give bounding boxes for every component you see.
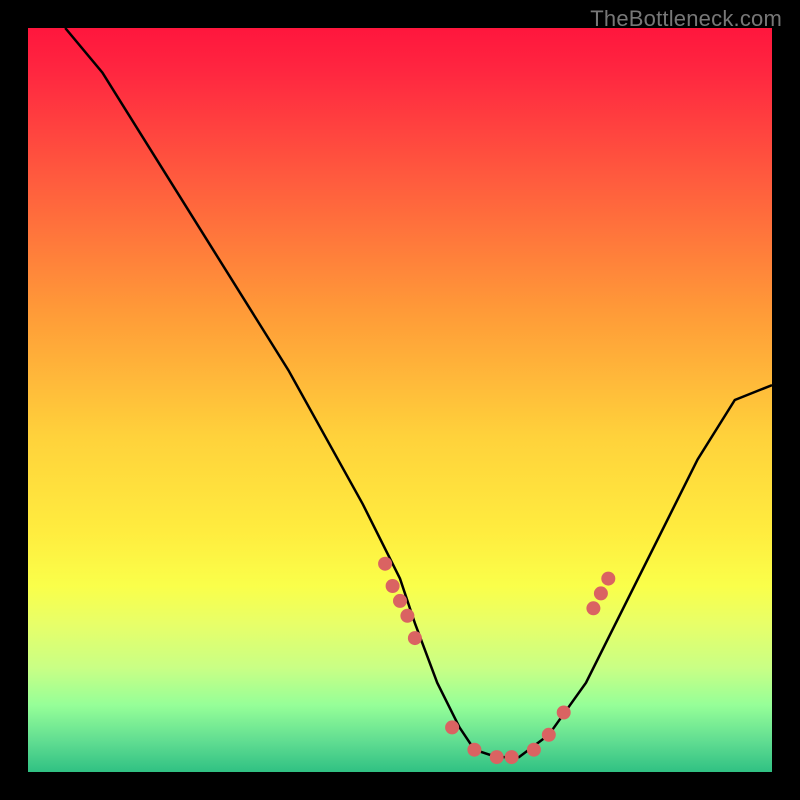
data-point bbox=[542, 728, 556, 742]
data-point bbox=[467, 743, 481, 757]
data-point bbox=[378, 557, 392, 571]
data-point bbox=[490, 750, 504, 764]
data-point bbox=[601, 572, 615, 586]
chart-overlay bbox=[28, 28, 772, 772]
watermark-text: TheBottleneck.com bbox=[590, 6, 782, 32]
data-point bbox=[586, 601, 600, 615]
chart-frame: TheBottleneck.com bbox=[0, 0, 800, 800]
data-point bbox=[408, 631, 422, 645]
data-point bbox=[445, 720, 459, 734]
bottleneck-curve bbox=[65, 28, 772, 757]
data-point bbox=[594, 586, 608, 600]
data-point bbox=[386, 579, 400, 593]
data-point bbox=[557, 706, 571, 720]
data-point bbox=[527, 743, 541, 757]
data-point bbox=[393, 594, 407, 608]
data-point bbox=[400, 609, 414, 623]
data-points bbox=[378, 557, 615, 764]
data-point bbox=[505, 750, 519, 764]
